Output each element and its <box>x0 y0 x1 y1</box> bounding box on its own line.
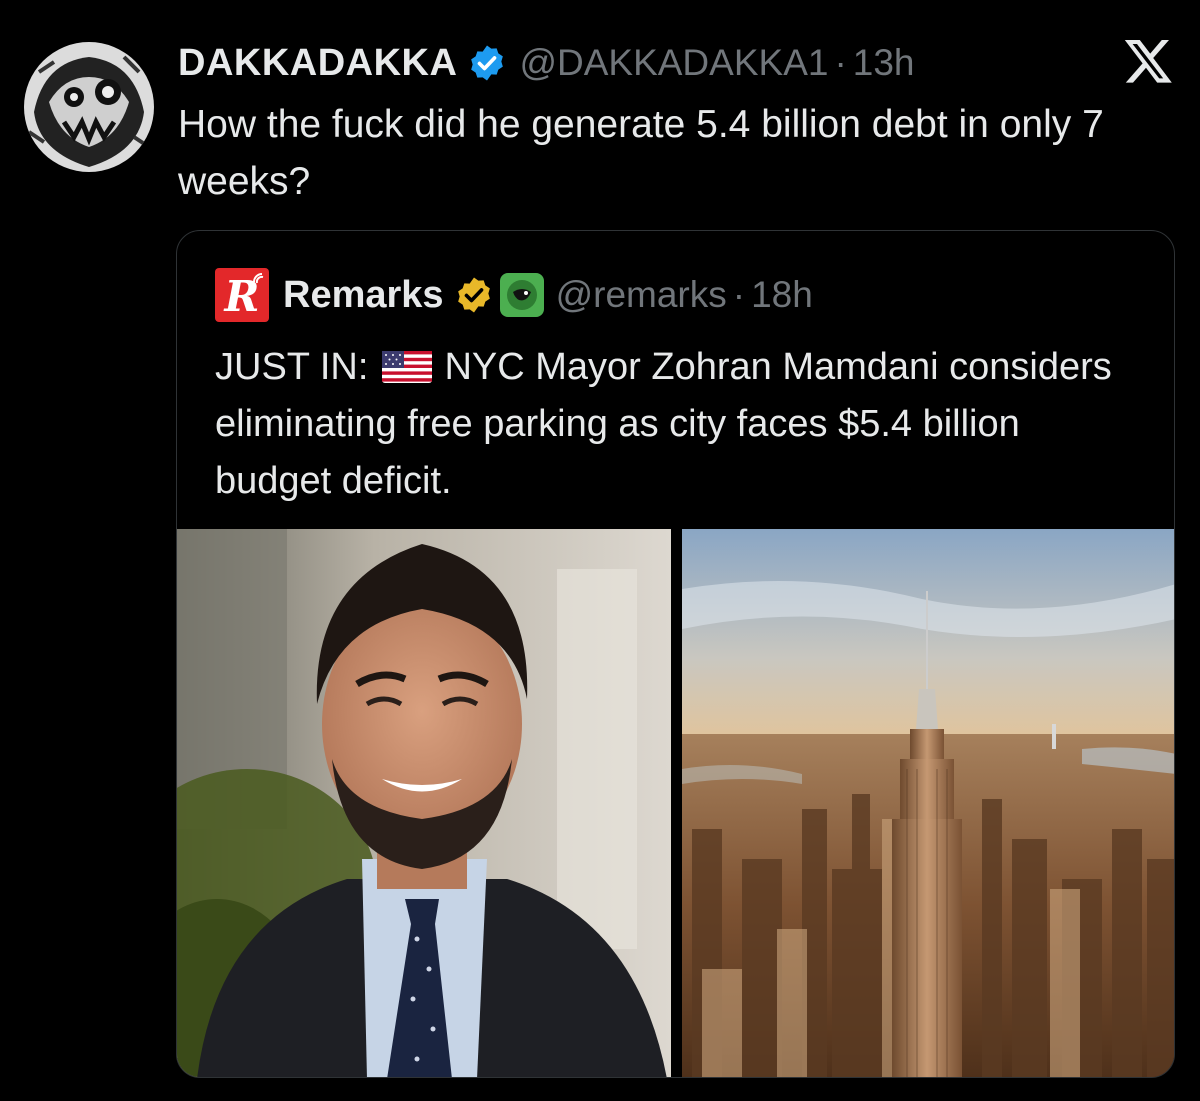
gold-verified-check-icon <box>457 277 490 313</box>
remarks-logo[interactable]: R <box>215 268 269 322</box>
author-display-name[interactable]: DAKKADAKKA <box>178 42 457 85</box>
quote-text-prefix: JUST IN: <box>215 346 369 388</box>
us-flag-icon <box>382 351 433 383</box>
post-timestamp[interactable]: 13h <box>853 42 915 84</box>
post-body-text: How the fuck did he generate 5.4 billion… <box>178 103 1104 203</box>
quote-body-text: JUST IN: NYC Mayor Zohran Mamdani consid… <box>215 339 1135 510</box>
post-header: DAKKADAKKA @DAKKADAKKA1 · 13h <box>178 38 915 88</box>
quote-author-handle[interactable]: @remarks <box>556 274 727 316</box>
quote-header: R Remarks @remarks · 18h <box>215 268 813 322</box>
quote-timestamp[interactable]: 18h <box>751 274 813 316</box>
affiliate-badge-icon <box>499 273 544 317</box>
blue-verified-check-icon <box>471 45 504 81</box>
quote-author-name[interactable]: Remarks <box>283 274 444 317</box>
portrait-photo[interactable] <box>177 529 671 1077</box>
author-handle[interactable]: @DAKKADAKKA1 <box>519 42 828 84</box>
x-logo-icon[interactable] <box>1124 40 1172 84</box>
header-separator: · <box>834 42 847 83</box>
author-avatar[interactable] <box>24 42 154 172</box>
signal-icon <box>253 273 264 284</box>
quote-header-separator: · <box>732 274 746 315</box>
city-skyline-photo[interactable] <box>682 529 1174 1077</box>
quoted-post-card[interactable]: R Remarks @remarks · 18h JUST IN: NYC Ma… <box>176 230 1175 1078</box>
